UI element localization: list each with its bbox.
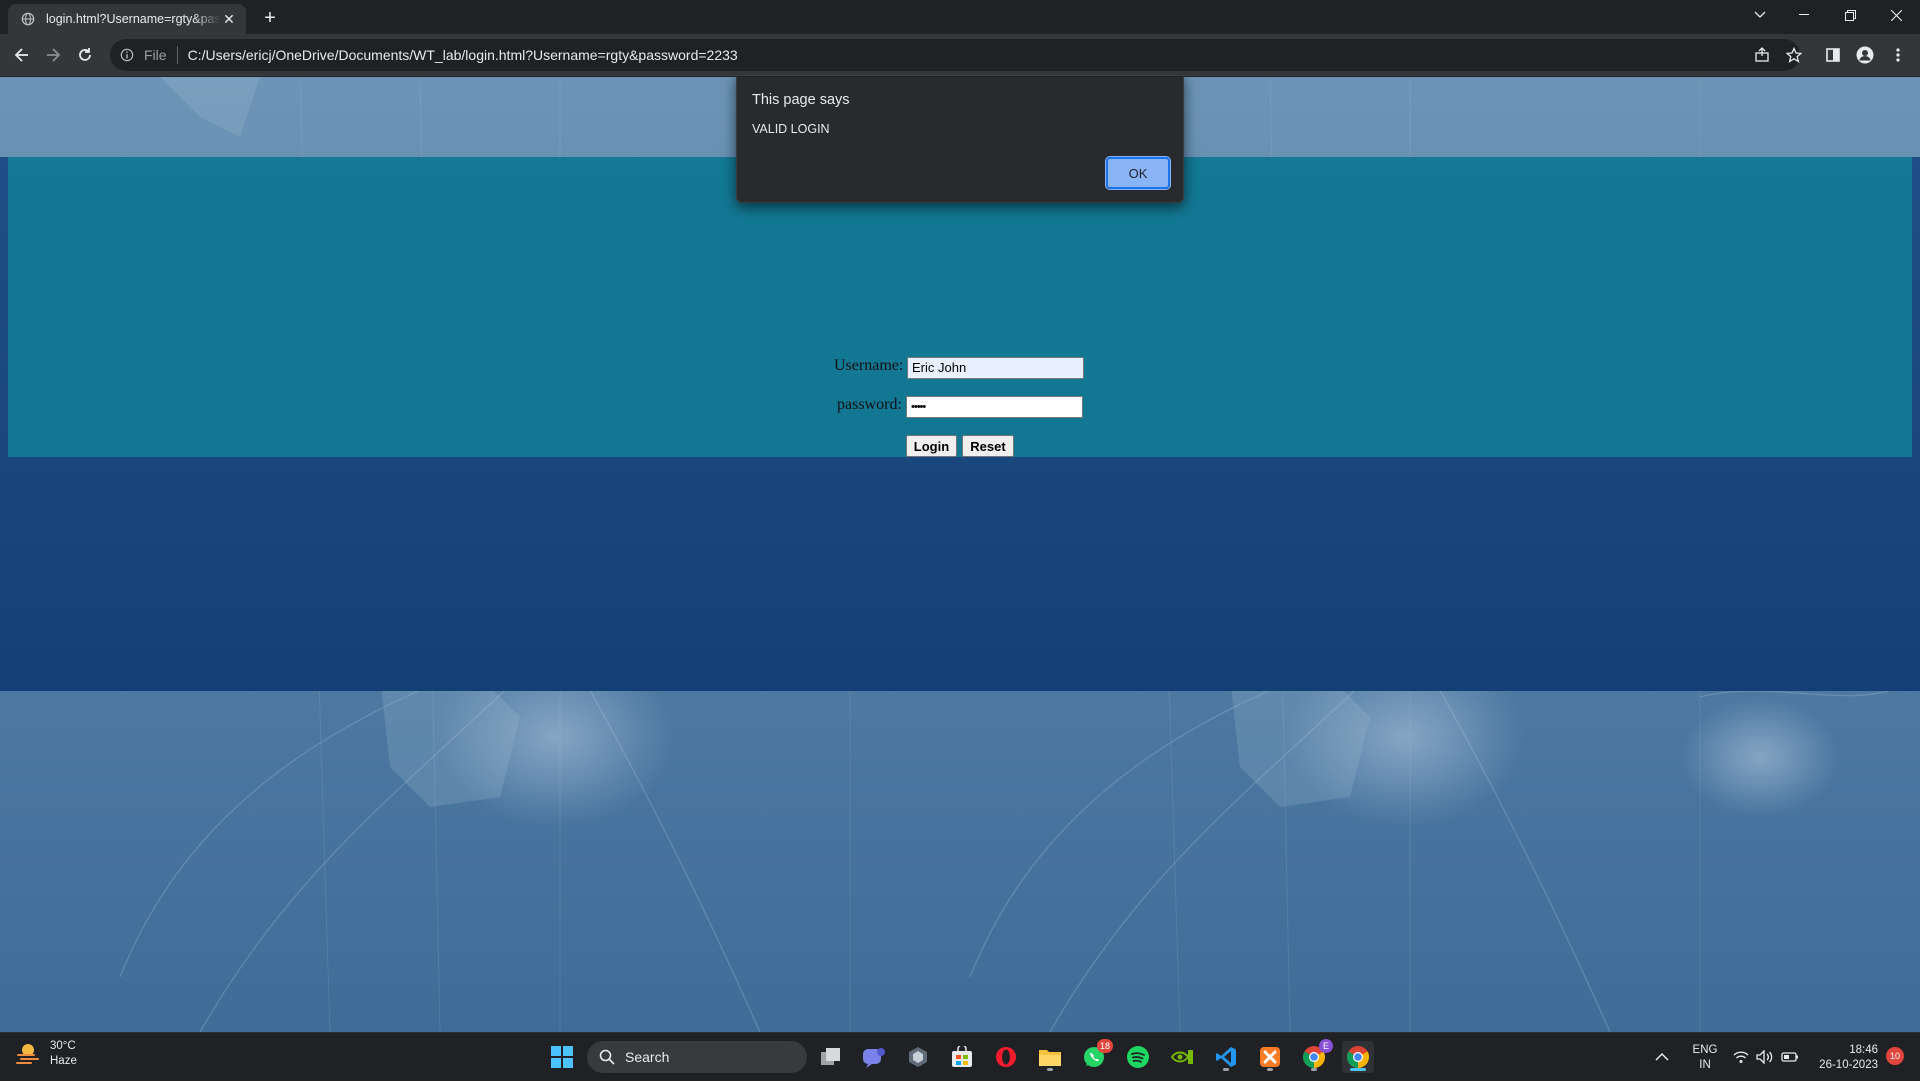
running-indicator [1047, 1068, 1053, 1071]
tab-login[interactable]: login.html?Username=rgty&password=2233 ✕ [8, 4, 246, 34]
password-label: password: [837, 396, 902, 413]
alert-dialog: This page says VALID LOGIN OK [736, 77, 1184, 203]
dialog-message: VALID LOGIN [752, 122, 830, 136]
reload-button[interactable] [71, 41, 99, 69]
weather-widget[interactable]: 30°C Haze [14, 1039, 77, 1069]
chrome-profile-badge: E [1319, 1039, 1333, 1053]
temperature-text: 30°C [50, 1040, 76, 1052]
tab-close-icon[interactable]: ✕ [220, 10, 238, 28]
login-button[interactable]: Login [906, 435, 957, 457]
running-indicator [1267, 1068, 1273, 1071]
vscode-icon[interactable] [1210, 1041, 1242, 1073]
globe-icon [20, 11, 36, 27]
widgets-app-icon[interactable] [902, 1041, 934, 1073]
battery-icon[interactable] [1781, 1033, 1799, 1081]
tray-chevron-up-icon[interactable] [1655, 1033, 1669, 1081]
tab-strip: login.html?Username=rgty&password=2233 ✕… [0, 0, 1920, 34]
clock-time: 18:46 [1849, 1044, 1878, 1056]
reset-button[interactable]: Reset [962, 435, 1014, 457]
search-label: Search [625, 1049, 670, 1065]
clock-date: 26-10-2023 [1819, 1059, 1878, 1071]
language-indicator[interactable]: ENG IN [1690, 1043, 1720, 1073]
omnibox-divider [176, 46, 178, 64]
notification-badge[interactable]: 10 [1886, 1047, 1904, 1065]
opera-browser-icon[interactable] [990, 1041, 1022, 1073]
login-form: Username: Eric John password: ••••• Logi… [0, 77, 1920, 1032]
chrome-icon[interactable] [1342, 1041, 1374, 1073]
share-icon[interactable] [1748, 41, 1776, 69]
microsoft-store-icon[interactable] [946, 1041, 978, 1073]
site-info-icon[interactable] [118, 46, 136, 64]
running-indicator [1223, 1068, 1229, 1071]
password-field[interactable]: ••••• [906, 396, 1083, 418]
username-field[interactable]: Eric John [907, 357, 1084, 379]
url-scheme: File [144, 47, 167, 63]
profile-avatar-icon[interactable] [1851, 41, 1879, 69]
file-explorer-icon[interactable] [1034, 1041, 1066, 1073]
nvidia-icon[interactable] [1166, 1041, 1198, 1073]
tab-title: login.html?Username=rgty&password=2233 [46, 12, 220, 26]
system-clock[interactable]: 18:46 26-10-2023 [1808, 1043, 1878, 1073]
whatsapp-badge: 18 [1096, 1039, 1113, 1053]
weather-condition-text: Haze [50, 1055, 77, 1067]
search-icon [599, 1049, 615, 1065]
active-indicator [1350, 1068, 1366, 1071]
language-line2: IN [1699, 1059, 1711, 1071]
volume-icon[interactable] [1756, 1033, 1774, 1081]
spotify-icon[interactable] [1122, 1041, 1154, 1073]
minimize-button[interactable] [1781, 0, 1827, 30]
whatsapp-icon[interactable]: 18 [1078, 1039, 1113, 1073]
language-line1: ENG [1692, 1044, 1718, 1056]
tab-search-icon[interactable] [1737, 0, 1783, 30]
menu-kebab-icon[interactable] [1884, 41, 1912, 69]
forward-button[interactable] [39, 41, 67, 69]
page-viewport: Username: Eric John password: ••••• Logi… [0, 77, 1920, 1032]
back-button[interactable] [8, 41, 36, 69]
username-label: Username: [834, 357, 904, 374]
side-panel-icon[interactable] [1819, 41, 1847, 69]
windows-taskbar: 30°C Haze Search 18 E ENG IN 18:46 26-10… [0, 1032, 1920, 1080]
ok-button[interactable]: OK [1105, 156, 1171, 190]
restore-button[interactable] [1827, 0, 1873, 30]
bookmark-star-icon[interactable] [1780, 41, 1808, 69]
windows-start-icon[interactable] [546, 1041, 578, 1073]
xampp-icon[interactable] [1254, 1041, 1286, 1073]
url-text[interactable]: C:/Users/ericj/OneDrive/Documents/WT_lab… [188, 47, 738, 63]
browser-toolbar: File C:/Users/ericj/OneDrive/Documents/W… [0, 34, 1920, 76]
task-view-icon[interactable] [815, 1041, 847, 1073]
teams-chat-icon[interactable] [858, 1041, 890, 1073]
running-indicator [1311, 1068, 1317, 1071]
address-bar[interactable]: File C:/Users/ericj/OneDrive/Documents/W… [110, 39, 1800, 71]
chrome-window: login.html?Username=rgty&password=2233 ✕… [0, 0, 1920, 1080]
taskbar-search[interactable]: Search [587, 1041, 807, 1073]
close-window-button[interactable] [1873, 0, 1919, 30]
wifi-icon[interactable] [1733, 1033, 1749, 1081]
chrome-profile-icon[interactable]: E [1298, 1039, 1333, 1073]
dialog-title: This page says [752, 92, 850, 108]
haze-weather-icon [14, 1040, 42, 1069]
new-tab-button[interactable]: + [258, 6, 282, 30]
